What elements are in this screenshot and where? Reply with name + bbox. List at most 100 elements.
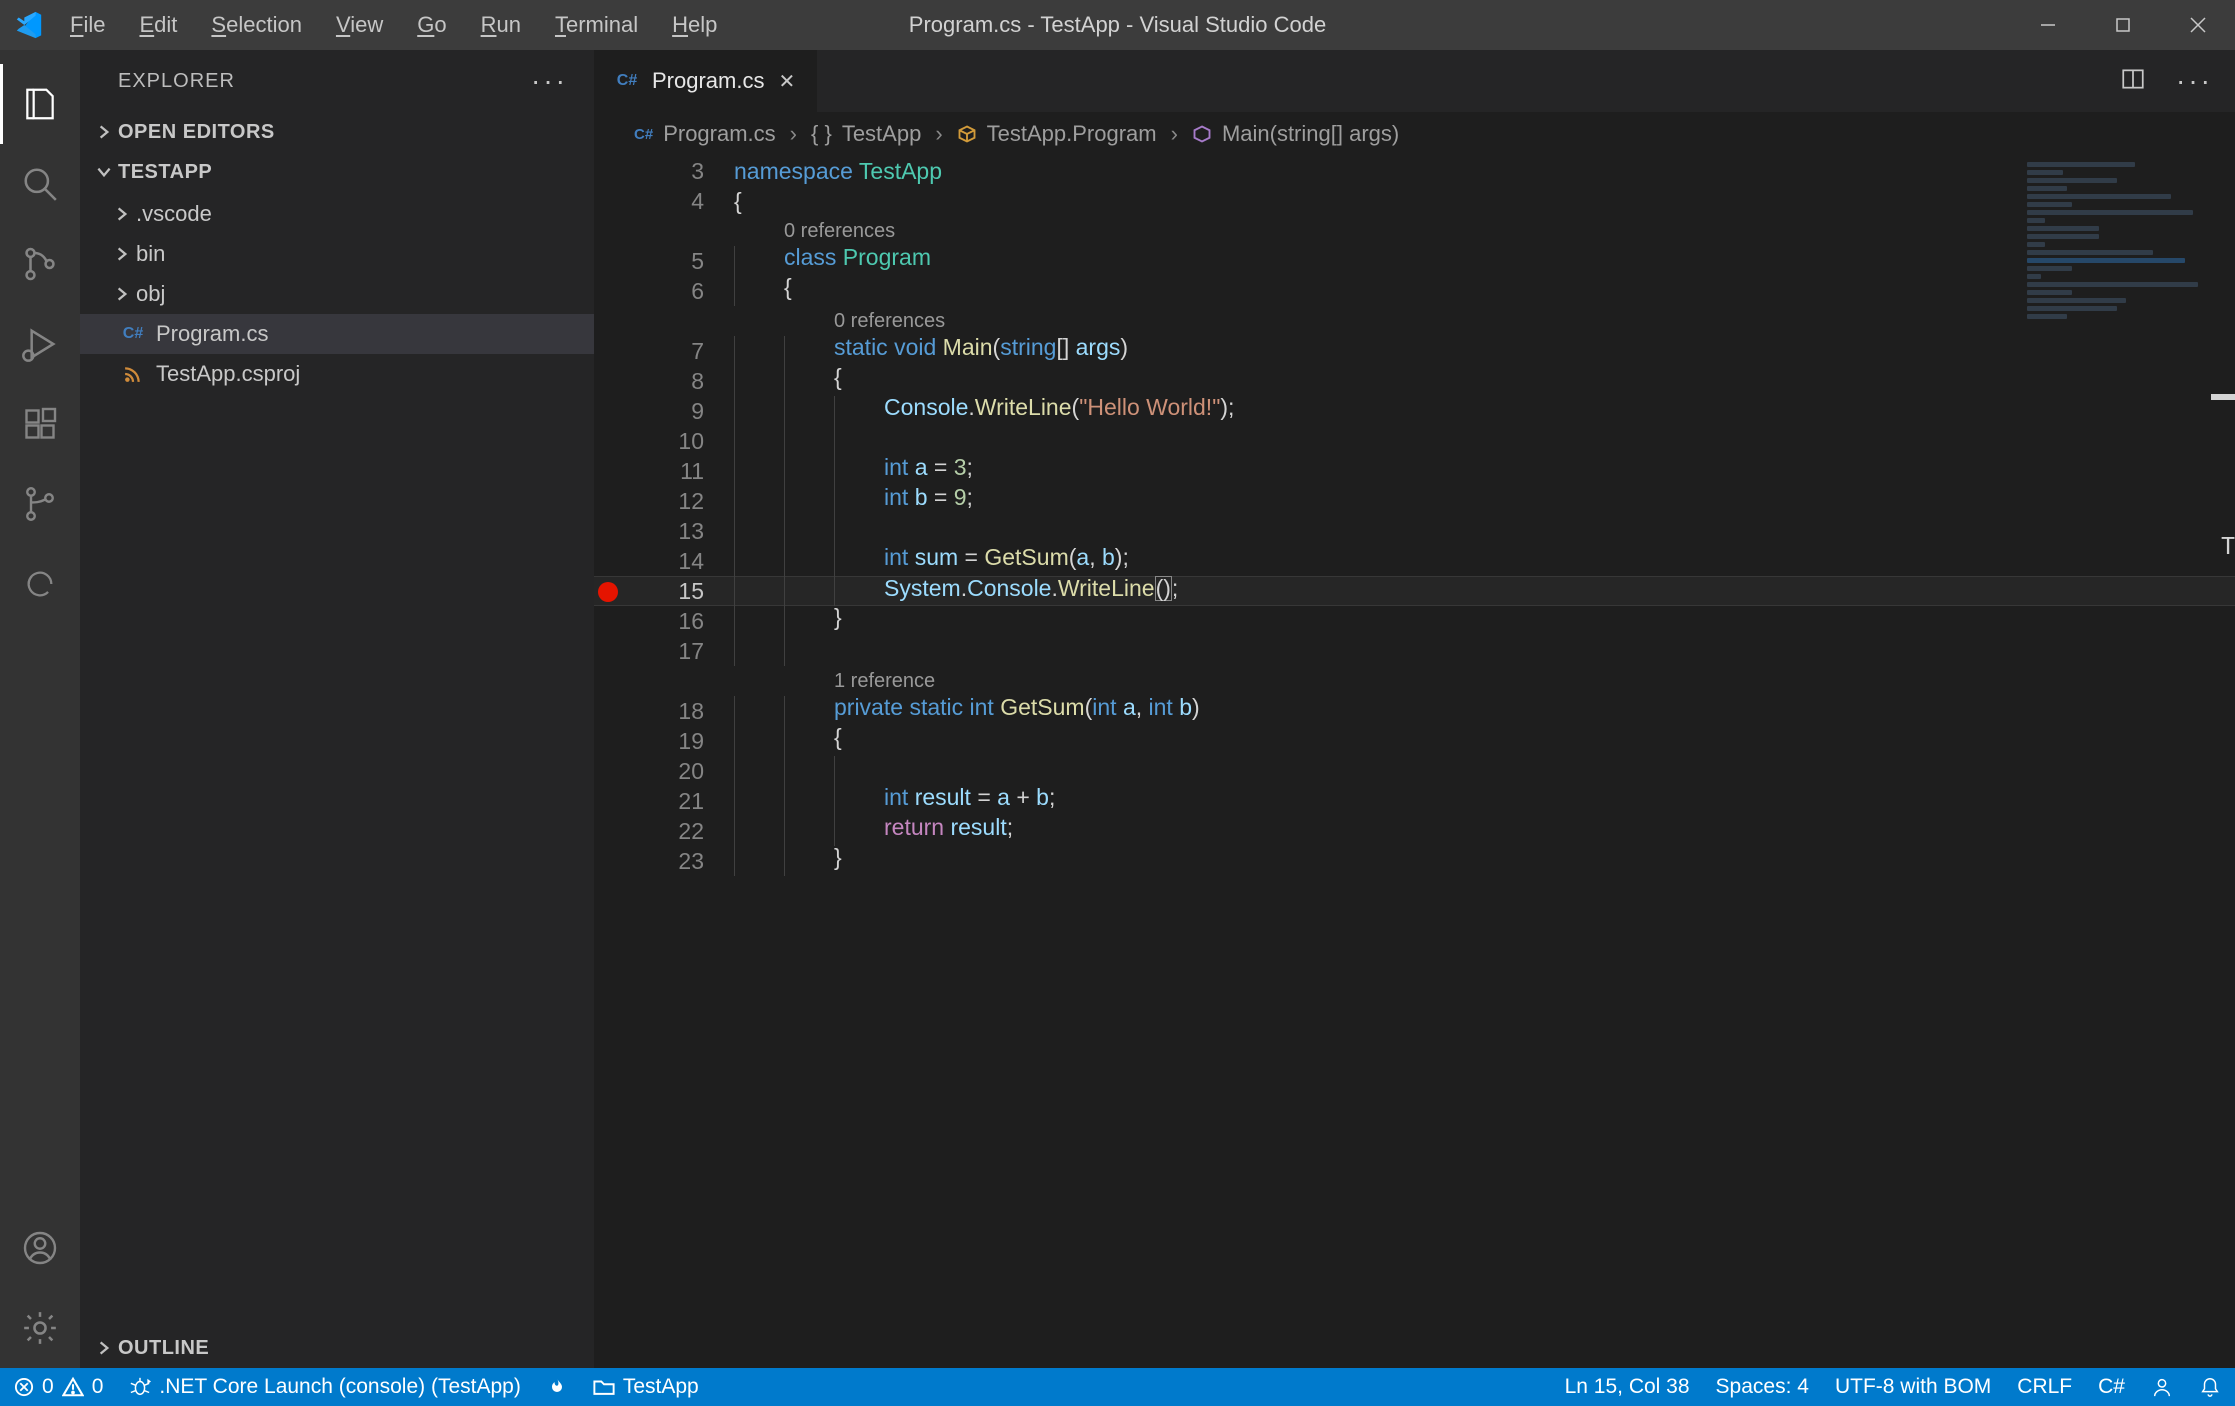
close-tab-icon[interactable]: ✕ [778, 69, 795, 94]
status-notifications-icon[interactable] [2199, 1376, 2221, 1398]
line-number: 4 [594, 190, 704, 213]
activity-search-icon[interactable] [0, 144, 80, 224]
class-icon [957, 124, 977, 144]
status-language[interactable]: C# [2098, 1375, 2125, 1399]
file-label: TestApp.csproj [156, 361, 300, 387]
vscode-logo-icon [14, 10, 44, 40]
minimap[interactable] [2027, 162, 2207, 362]
status-hot-reload[interactable] [547, 1377, 567, 1397]
breadcrumbs: C# Program.cs › { } TestApp › TestApp.Pr… [594, 112, 2235, 156]
status-indent[interactable]: Spaces: 4 [1716, 1375, 1809, 1399]
line-number: 12 [594, 490, 704, 513]
file-testapp-csproj[interactable]: TestApp.csproj [80, 354, 594, 394]
menu-selection[interactable]: Selection [211, 12, 302, 38]
chevron-down-icon [90, 163, 118, 181]
folder-obj[interactable]: obj [80, 274, 594, 314]
crumb-label: Program.cs [663, 121, 775, 147]
status-feedback-icon[interactable] [2151, 1376, 2173, 1398]
menu-terminal[interactable]: Terminal [555, 12, 638, 38]
folder-bin[interactable]: bin [80, 234, 594, 274]
workspace-label: TESTAPP [118, 161, 212, 184]
line-number: 13 [594, 520, 704, 543]
explorer-more-icon[interactable]: ··· [531, 75, 568, 86]
minimize-button[interactable] [2010, 0, 2085, 50]
overview-ruler[interactable] [2211, 156, 2235, 1368]
error-count: 0 [42, 1375, 54, 1399]
line-number: 20 [594, 760, 704, 783]
status-folder[interactable]: TestApp [593, 1375, 699, 1399]
status-encoding[interactable]: UTF-8 with BOM [1835, 1375, 1991, 1399]
folder-vscode[interactable]: .vscode [80, 194, 594, 234]
line-number: 7 [594, 340, 704, 363]
activity-account-icon[interactable] [0, 1208, 80, 1288]
workspace-section[interactable]: TESTAPP [80, 152, 594, 192]
codelens[interactable]: 0 references [594, 306, 2235, 336]
breadcrumb-method[interactable]: Main(string[] args) [1192, 121, 1399, 147]
activity-source-control-icon[interactable] [0, 224, 80, 304]
menu-file[interactable]: File [70, 12, 105, 38]
title-bar: File Edit Selection View Go Run Terminal… [0, 0, 2235, 50]
line-number: 21 [594, 790, 704, 813]
open-editors-label: OPEN EDITORS [118, 121, 275, 144]
codelens[interactable]: 1 reference [594, 666, 2235, 696]
breadcrumb-file[interactable]: C# Program.cs [634, 121, 776, 147]
activity-sync-icon[interactable] [0, 544, 80, 624]
csharp-file-icon: C# [616, 70, 638, 92]
launch-label: .NET Core Launch (console) (TestApp) [159, 1375, 520, 1399]
menu-edit[interactable]: Edit [139, 12, 177, 38]
line-number: 23 [594, 850, 704, 873]
editor-more-icon[interactable]: ··· [2176, 75, 2213, 86]
truncated-text: T [2221, 536, 2235, 559]
line-number: 6 [594, 280, 704, 303]
line-number: 15 [594, 580, 704, 603]
crumb-label: TestApp.Program [987, 121, 1157, 147]
chevron-right-icon [108, 285, 136, 303]
line-number: 5 [594, 250, 704, 273]
maximize-button[interactable] [2085, 0, 2160, 50]
activity-settings-icon[interactable] [0, 1288, 80, 1368]
breadcrumb-class[interactable]: TestApp.Program [957, 121, 1157, 147]
file-program-cs[interactable]: C# Program.cs [80, 314, 594, 354]
explorer-sidebar: EXPLORER ··· OPEN EDITORS TESTAPP .vscod… [80, 50, 594, 1368]
status-debug-launch[interactable]: .NET Core Launch (console) (TestApp) [129, 1375, 520, 1399]
menu-help[interactable]: Help [672, 12, 717, 38]
status-eol[interactable]: CRLF [2017, 1375, 2072, 1399]
line-number: 19 [594, 730, 704, 753]
activity-explorer-icon[interactable] [0, 64, 80, 144]
file-label: Program.cs [156, 321, 268, 347]
namespace-icon: { } [811, 121, 832, 147]
window-controls [2010, 0, 2235, 50]
folder-label: TestApp [623, 1375, 699, 1399]
codelens[interactable]: 0 references [594, 216, 2235, 246]
line-number: 17 [594, 640, 704, 663]
csproj-file-icon [122, 363, 144, 385]
menu-view[interactable]: View [336, 12, 383, 38]
outline-section[interactable]: OUTLINE [80, 1328, 594, 1368]
activity-git-branch-icon[interactable] [0, 464, 80, 544]
chevron-right-icon: › [1171, 121, 1178, 147]
activity-run-debug-icon[interactable] [0, 304, 80, 384]
code-editor[interactable]: 3 namespace TestApp 4 { 0 references 5 c… [594, 156, 2235, 1368]
chevron-right-icon [108, 245, 136, 263]
folder-label: obj [136, 281, 165, 307]
open-editors-section[interactable]: OPEN EDITORS [80, 112, 594, 152]
menu-go[interactable]: Go [417, 12, 446, 38]
breadcrumb-namespace[interactable]: { } TestApp [811, 121, 921, 147]
activity-extensions-icon[interactable] [0, 384, 80, 464]
status-cursor-position[interactable]: Ln 15, Col 38 [1565, 1375, 1690, 1399]
main-menu: File Edit Selection View Go Run Terminal… [70, 12, 717, 38]
tab-label: Program.cs [652, 68, 764, 94]
status-problems[interactable]: 0 0 [14, 1375, 103, 1399]
folder-label: .vscode [136, 201, 212, 227]
split-editor-icon[interactable] [2120, 66, 2146, 97]
line-number: 3 [594, 160, 704, 183]
menu-run[interactable]: Run [481, 12, 521, 38]
line-number: 14 [594, 550, 704, 573]
scroll-marker [2211, 394, 2235, 400]
tab-program-cs[interactable]: C# Program.cs ✕ [594, 50, 818, 112]
close-button[interactable] [2160, 0, 2235, 50]
method-icon [1192, 124, 1212, 144]
file-tree: .vscode bin obj C# Program.cs TestApp.cs… [80, 192, 594, 394]
explorer-title: EXPLORER [118, 70, 235, 93]
line-number: 9 [594, 400, 704, 423]
